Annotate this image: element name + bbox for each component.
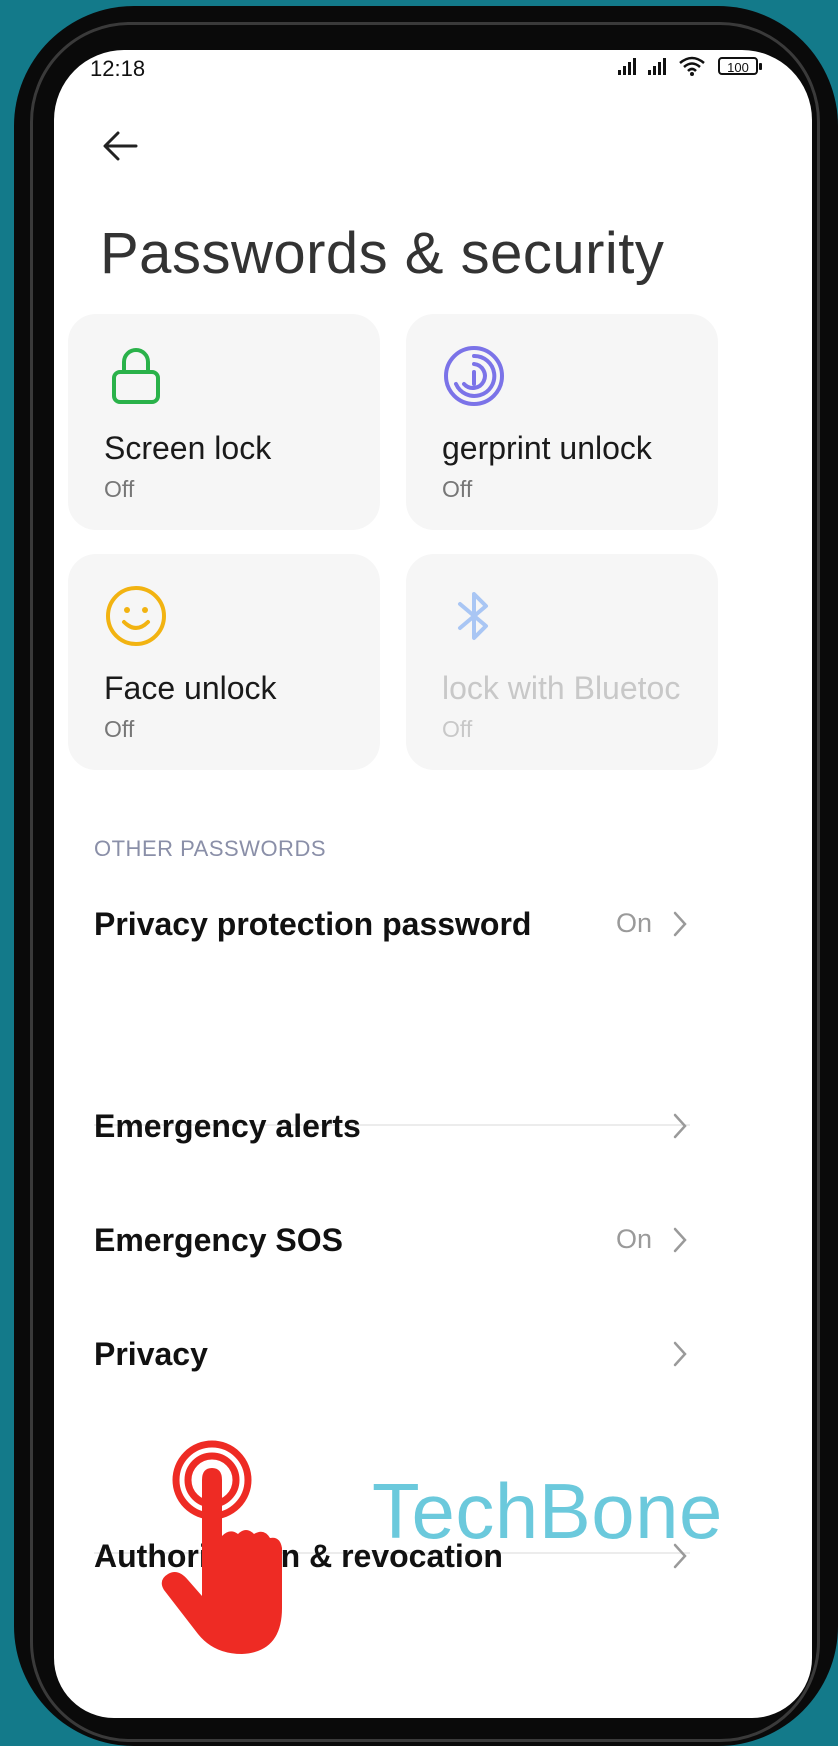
tile-status: Off <box>442 716 473 742</box>
tap-hand-icon <box>161 1440 282 1654</box>
tile-face-unlock[interactable]: Face unlock Off <box>68 554 380 770</box>
list-item-privacy-protection-password[interactable]: Privacy protection password On <box>94 894 690 954</box>
tile-label: gerprint unlock <box>442 430 652 466</box>
wifi-icon <box>679 56 705 76</box>
signal-icon <box>618 57 636 75</box>
tile-bluetooth-unlock[interactable]: lock with Bluetoc Off <box>406 554 718 770</box>
tile-status: Off <box>442 476 473 502</box>
chevron-right-icon <box>673 1341 687 1367</box>
tile-label: Face unlock <box>104 670 277 706</box>
battery-icon: 100 <box>718 57 762 75</box>
list-item-privacy[interactable]: Privacy <box>94 1324 690 1384</box>
status-time: 12:18 <box>90 56 146 81</box>
back-arrow-icon[interactable] <box>100 126 140 166</box>
chevron-right-icon <box>673 911 687 937</box>
list-item-value: On <box>615 908 652 938</box>
signal-icon-2 <box>648 57 666 75</box>
list-item-label: Emergency alerts <box>94 1108 361 1144</box>
fingerprint-icon <box>444 346 504 406</box>
tile-fingerprint-unlock[interactable]: gerprint unlock Off <box>406 314 718 530</box>
tile-label: Screen lock <box>104 430 272 466</box>
section-header-other-passwords: OTHER PASSWORDS <box>94 836 327 861</box>
list-item-label: Privacy protection password <box>94 906 532 942</box>
watermark: TechBone <box>372 1467 723 1555</box>
tile-screen-lock[interactable]: Screen lock Off <box>68 314 380 530</box>
list-item-label: Emergency SOS <box>94 1222 343 1258</box>
tile-status: Off <box>104 476 135 502</box>
list-item-value: On <box>615 1224 652 1254</box>
status-icons: 100 <box>618 56 762 76</box>
status-bar: 12:18 100 <box>54 50 812 100</box>
page-title: Passwords & security <box>100 221 665 286</box>
bluetooth-icon <box>458 592 488 640</box>
list-item-emergency-sos[interactable]: Emergency SOS On <box>94 1210 690 1270</box>
list-item-label: Privacy <box>94 1336 208 1372</box>
chevron-right-icon <box>673 1227 687 1253</box>
tile-label: lock with Bluetoc <box>442 670 681 706</box>
phone-screen: 12:18 100 Passwords & security Screen lo… <box>54 50 812 1718</box>
chevron-right-icon <box>673 1113 687 1139</box>
lock-icon <box>112 348 160 404</box>
tile-status: Off <box>104 716 135 742</box>
face-icon <box>106 586 166 646</box>
list-item-emergency-alerts[interactable]: Emergency alerts <box>94 1096 690 1156</box>
